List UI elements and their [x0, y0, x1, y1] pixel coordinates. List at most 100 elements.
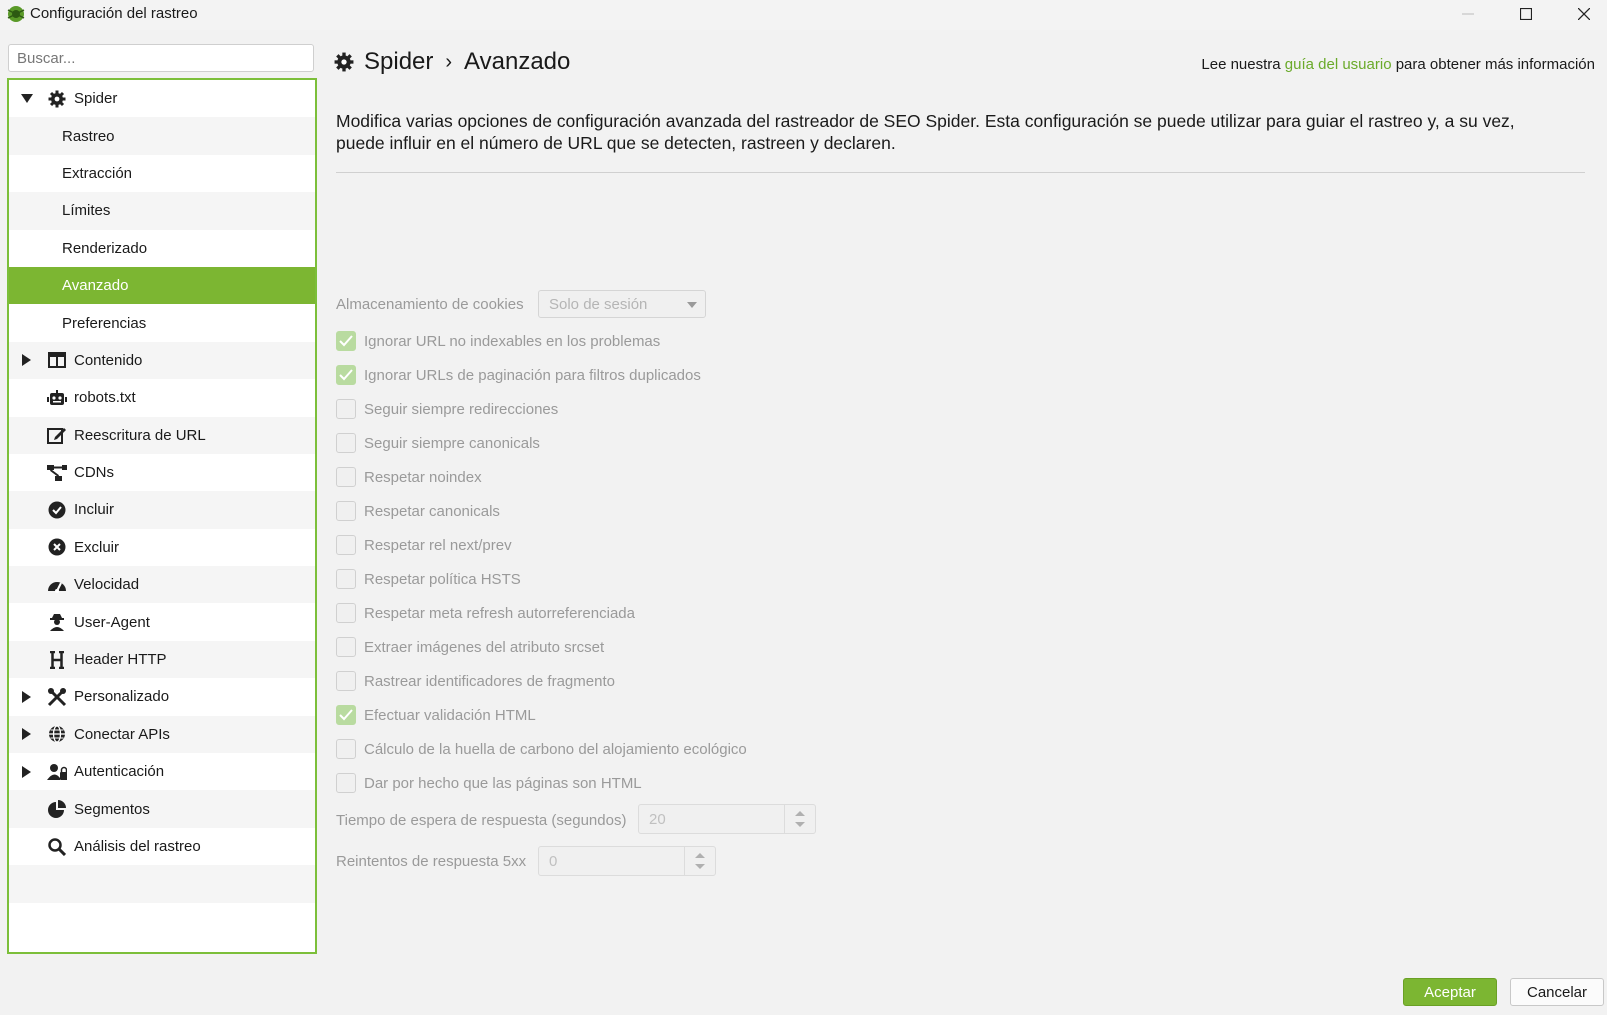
decrement-icon[interactable] [795, 822, 805, 827]
checkbox[interactable] [336, 365, 356, 385]
tree-item-incluir[interactable]: Incluir [9, 491, 315, 529]
caret-down-icon[interactable] [21, 93, 33, 105]
tree-item-label: Preferencias [62, 314, 147, 332]
checkbox[interactable] [336, 637, 356, 657]
checkbox-row[interactable]: Respetar noindex [336, 465, 482, 489]
tree-item-analisis[interactable]: Análisis del rastreo [9, 828, 315, 865]
x-circle-icon [47, 537, 67, 557]
checkbox-row[interactable]: Ignorar URLs de paginación para filtros … [336, 363, 701, 387]
tree-item-avanzado[interactable]: Avanzado [9, 266, 315, 305]
chevron-down-icon [687, 302, 697, 308]
checkbox-row[interactable]: Ignorar URL no indexables en los problem… [336, 329, 660, 353]
caret-right-icon[interactable] [21, 690, 33, 703]
settings-tree[interactable]: Spider Rastreo Extracción Límites Render… [7, 78, 317, 954]
user-guide-link[interactable]: guía del usuario [1285, 56, 1392, 73]
check-circle-icon [47, 500, 67, 520]
search-icon [47, 837, 67, 857]
tree-item-spider[interactable]: Spider [9, 80, 315, 117]
speedometer-icon [47, 575, 67, 595]
accept-button[interactable]: Aceptar [1403, 978, 1497, 1006]
retries-value: 0 [549, 853, 558, 870]
breadcrumb-current: Avanzado [464, 48, 571, 75]
checkbox-row[interactable]: Efectuar validación HTML [336, 703, 536, 727]
user-secret-icon [47, 612, 67, 632]
timeout-spinner[interactable]: 20 [638, 804, 816, 834]
gear-icon [334, 52, 354, 72]
help-text: Lee nuestra guía del usuario para obtene… [1201, 56, 1595, 73]
tree-item-limites[interactable]: Límites [9, 192, 315, 230]
tree-item-reescritura[interactable]: Reescritura de URL [9, 416, 315, 454]
tree-item-extraccion[interactable]: Extracción [9, 155, 315, 192]
caret-right-icon[interactable] [21, 354, 33, 367]
spinner-buttons[interactable] [784, 805, 815, 833]
checkbox[interactable] [336, 535, 356, 555]
tree-item-personalizado[interactable]: Personalizado [9, 678, 315, 715]
network-icon [47, 463, 67, 483]
checkbox[interactable] [336, 705, 356, 725]
checkbox[interactable] [336, 467, 356, 487]
checkbox-row[interactable]: Respetar meta refresh autorreferenciada [336, 601, 635, 625]
maximize-icon [1520, 8, 1532, 20]
tree-item-autenticacion[interactable]: Autenticación [9, 753, 315, 790]
checkbox[interactable] [336, 399, 356, 419]
search-input[interactable] [8, 44, 314, 72]
checkbox[interactable] [336, 739, 356, 759]
tree-item-label: CDNs [74, 464, 114, 482]
checkbox[interactable] [336, 501, 356, 521]
timeout-label: Tiempo de espera de respuesta (segundos) [336, 812, 627, 829]
tree-item-preferencias[interactable]: Preferencias [9, 304, 315, 341]
checkbox[interactable] [336, 331, 356, 351]
checkbox-label: Respetar meta refresh autorreferenciada [364, 604, 635, 622]
checkbox-row[interactable]: Respetar canonicals [336, 499, 500, 523]
checkbox-row[interactable]: Rastrear identificadores de fragmento [336, 669, 615, 693]
increment-icon[interactable] [695, 853, 705, 858]
minimize-button[interactable] [1440, 0, 1496, 28]
checkbox[interactable] [336, 603, 356, 623]
globe-icon [47, 724, 67, 744]
caret-right-icon[interactable] [21, 765, 33, 778]
checkbox[interactable] [336, 773, 356, 793]
close-button[interactable] [1556, 0, 1607, 28]
breadcrumb: Spider › Avanzado [334, 48, 570, 76]
tree-item-velocidad[interactable]: Velocidad [9, 566, 315, 604]
tree-item-user-agent[interactable]: User-Agent [9, 603, 315, 640]
checkbox[interactable] [336, 671, 356, 691]
tree-item-robots[interactable]: robots.txt [9, 379, 315, 416]
checkbox[interactable] [336, 569, 356, 589]
tree-item-label: Contenido [74, 351, 143, 369]
tree-item-renderizado[interactable]: Renderizado [9, 230, 315, 267]
checkbox-row[interactable]: Seguir siempre canonicals [336, 431, 540, 455]
tree-item-segmentos[interactable]: Segmentos [9, 790, 315, 828]
checkbox-row[interactable]: Dar por hecho que las páginas son HTML [336, 771, 642, 795]
tree-item-contenido[interactable]: Contenido [9, 341, 315, 380]
tree-item-label: Conectar APIs [74, 725, 170, 743]
caret-right-icon[interactable] [21, 728, 33, 741]
cookie-storage-select[interactable]: Solo de sesión [538, 290, 706, 318]
checkbox-row[interactable]: Seguir siempre redirecciones [336, 397, 558, 421]
checkbox-row[interactable]: Cálculo de la huella de carbono del aloj… [336, 737, 747, 761]
maximize-button[interactable] [1498, 0, 1554, 28]
spinner-buttons[interactable] [684, 847, 715, 875]
robot-icon [47, 388, 67, 408]
tree-item-label: Personalizado [74, 688, 170, 706]
checkbox-label: Rastrear identificadores de fragmento [364, 672, 615, 690]
tree-item-cdns[interactable]: CDNs [9, 454, 315, 491]
retries-spinner[interactable]: 0 [538, 846, 716, 876]
increment-icon[interactable] [795, 811, 805, 816]
cancel-button[interactable]: Cancelar [1510, 978, 1604, 1006]
checkbox-row[interactable]: Respetar política HSTS [336, 567, 521, 591]
window-title: Configuración del rastreo [30, 5, 198, 22]
tree-item-label: Reescritura de URL [74, 426, 206, 444]
timeout-value: 20 [649, 811, 666, 828]
decrement-icon[interactable] [695, 864, 705, 869]
tree-item-conectar-apis[interactable]: Conectar APIs [9, 715, 315, 754]
tree-item-excluir[interactable]: Excluir [9, 529, 315, 566]
checkbox[interactable] [336, 433, 356, 453]
pie-chart-icon [47, 799, 67, 819]
tree-item-rastreo[interactable]: Rastreo [9, 117, 315, 155]
heading-icon [47, 650, 67, 670]
checkbox-row[interactable]: Extraer imágenes del atributo srcset [336, 635, 604, 659]
checkbox-row[interactable]: Respetar rel next/prev [336, 533, 512, 557]
tree-item-label: Límites [62, 202, 111, 220]
tree-item-header-http[interactable]: Header HTTP [9, 640, 315, 679]
